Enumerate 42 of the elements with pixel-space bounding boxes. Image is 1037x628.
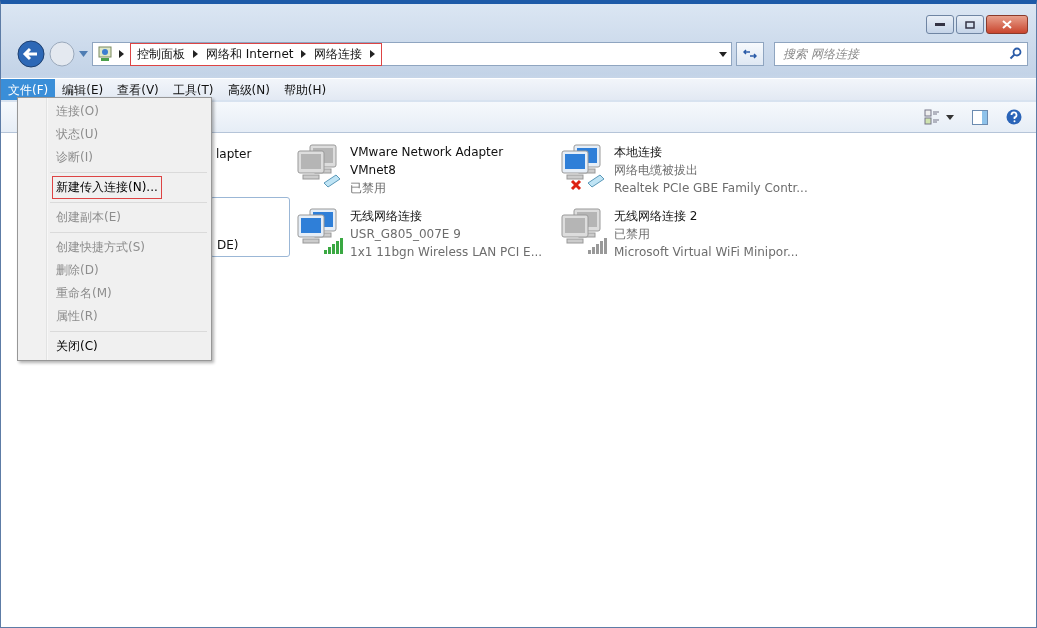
menu-item[interactable]: 工具(T) [165,79,221,100]
minimize-icon [935,22,945,27]
dropdown-icon[interactable] [946,114,954,120]
chevron-icon[interactable] [119,50,124,58]
minimize-button[interactable] [926,15,954,34]
breadcrumb-item[interactable]: 网络连接 [314,45,363,63]
close-button[interactable] [986,15,1028,34]
adapter-name: Realtek PCIe GBE Family Contr... [614,180,808,197]
adapter-name: Microsoft Virtual WiFi Minipor... [614,244,800,261]
breadcrumb-item[interactable]: 网络和 Internet [206,45,294,63]
control-panel-icon [97,46,113,62]
adapter-name: 1x1 11bgn Wireless LAN PCI E... [350,244,543,261]
close-icon [1002,20,1012,29]
menu-item[interactable]: 帮助(H) [276,79,334,100]
maximize-icon [965,20,975,29]
menu-item[interactable]: 查看(V) [110,79,166,100]
search-icon[interactable] [1009,47,1022,60]
connection-status: 已禁用 [350,180,387,197]
connection-name[interactable]: 无线网络连接 [350,207,540,225]
back-button[interactable] [17,40,45,68]
menu-item[interactable]: 高级(N) [220,79,277,100]
chevron-icon[interactable] [193,50,198,58]
connection-status: USR_G805_007E 9 [350,226,462,243]
refresh-icon [743,48,757,60]
refresh-button[interactable] [736,42,764,66]
dropdown-icon[interactable] [719,51,727,57]
preview-pane-icon[interactable] [972,109,988,125]
menu-item[interactable]: 编辑(E) [55,79,111,100]
address-bar[interactable]: 控制面板 网络和 Internet 网络连接 [92,42,732,66]
help-icon[interactable] [1006,109,1022,125]
connection-item[interactable]: lapter [210,143,290,173]
view-options-icon[interactable] [924,109,940,125]
menu-option[interactable]: 新建传入连接(N)... [52,176,162,199]
connection-status: 网络电缆被拔出 [614,162,699,179]
chevron-icon[interactable] [301,50,307,58]
maximize-button[interactable] [956,15,984,34]
connection-name[interactable]: 本地连接 [614,143,804,161]
search-field[interactable]: 搜索 网络连接 [774,42,1028,66]
connection-status: 已禁用 [614,226,651,243]
chevron-icon[interactable] [370,50,376,58]
menu-option[interactable]: 关闭(C) [52,335,102,358]
breadcrumb-item[interactable]: 控制面板 [137,45,185,63]
